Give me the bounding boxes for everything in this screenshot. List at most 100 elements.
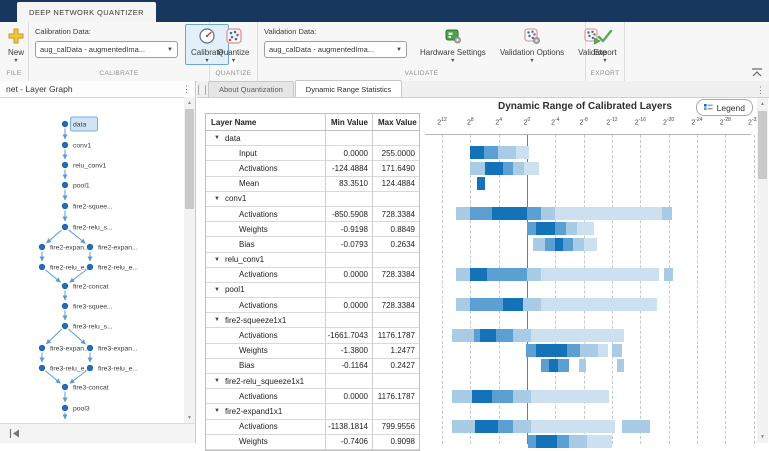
- table-row[interactable]: Weights-1.38001.2477: [206, 344, 419, 359]
- scroll-down-icon[interactable]: ▼: [757, 434, 768, 440]
- range-bar-segment[interactable]: [470, 146, 483, 159]
- range-bar-segment[interactable]: [526, 344, 536, 357]
- table-row[interactable]: Mean83.3510124.4884: [206, 177, 419, 192]
- range-bar-segment[interactable]: [513, 420, 531, 433]
- table-group-row[interactable]: ▼pool1: [206, 283, 419, 298]
- range-bar-segment[interactable]: [577, 222, 594, 235]
- range-bar-segment[interactable]: [452, 420, 475, 433]
- layer-node[interactable]: [62, 182, 68, 188]
- range-bar-segment[interactable]: [545, 238, 555, 251]
- range-bar-segment[interactable]: [487, 268, 527, 281]
- range-bar-segment[interactable]: [513, 329, 531, 342]
- range-bar-segment[interactable]: [524, 162, 539, 175]
- layer-graph-hscrollbar[interactable]: [0, 423, 195, 443]
- calibration-data-dropdown[interactable]: aug_calData - augmentedIma... ▼: [35, 41, 178, 58]
- table-row[interactable]: Weights-0.74060.9098: [206, 435, 419, 450]
- layer-node[interactable]: [87, 345, 93, 351]
- range-bar-segment[interactable]: [472, 390, 492, 403]
- chart-vscrollbar[interactable]: ▲ ▼: [757, 98, 768, 443]
- app-ribbon-tab[interactable]: DEEP NETWORK QUANTIZER: [17, 2, 156, 22]
- scrollbar-thumb[interactable]: [758, 111, 767, 179]
- layer-node-label[interactable]: fire3-relu_s...: [73, 324, 113, 331]
- layer-node-label[interactable]: fire2-relu_e...: [50, 265, 90, 272]
- layer-node-label[interactable]: fire2-concat: [73, 284, 109, 291]
- range-bar-segment[interactable]: [475, 420, 498, 433]
- range-bar-segment[interactable]: [470, 268, 486, 281]
- layer-graph-vscrollbar[interactable]: ▲ ▼: [184, 97, 195, 424]
- expander-icon[interactable]: ▼: [214, 257, 220, 263]
- export-button[interactable]: Export ▼: [587, 24, 622, 65]
- layer-node[interactable]: [39, 244, 45, 250]
- layer-node-label[interactable]: fire2-expan...: [98, 245, 138, 252]
- expander-icon[interactable]: ▼: [214, 408, 220, 414]
- column-header-max-value[interactable]: Max Value: [373, 114, 419, 130]
- layer-node-label[interactable]: fire3-squee...: [73, 304, 113, 311]
- range-bar-segment[interactable]: [555, 222, 566, 235]
- scroll-up-icon[interactable]: ▲: [184, 100, 195, 106]
- range-bar-segment[interactable]: [485, 162, 503, 175]
- range-bar-segment[interactable]: [513, 390, 531, 403]
- range-bar-segment[interactable]: [456, 207, 470, 220]
- range-bar-segment[interactable]: [587, 435, 612, 448]
- layer-node-label[interactable]: fire3-concat: [73, 385, 109, 392]
- validation-options-button[interactable]: Validation Options ▼: [494, 24, 570, 65]
- range-bar-segment[interactable]: [541, 298, 657, 311]
- layer-node[interactable]: [62, 162, 68, 168]
- validation-data-dropdown[interactable]: aug_calData - augmentedIma... ▼: [264, 41, 407, 58]
- expander-icon[interactable]: ▼: [214, 135, 220, 141]
- layer-node-label[interactable]: pool1: [73, 183, 90, 190]
- table-row[interactable]: Bias-0.11640.2427: [206, 359, 419, 374]
- range-bar-segment[interactable]: [531, 329, 624, 342]
- range-bar-segment[interactable]: [573, 238, 584, 251]
- table-row[interactable]: Weights-0.91980.8849: [206, 222, 419, 237]
- layer-node[interactable]: [87, 365, 93, 371]
- range-bar-segment[interactable]: [541, 207, 555, 220]
- table-group-row[interactable]: ▼fire2-expand1x1: [206, 404, 419, 419]
- tab-about-quantization[interactable]: About Quantization: [208, 81, 294, 97]
- range-bar-segment[interactable]: [477, 177, 485, 190]
- range-bar-segment[interactable]: [557, 435, 570, 448]
- range-bar-segment[interactable]: [513, 162, 524, 175]
- range-bar-segment[interactable]: [503, 162, 513, 175]
- layer-node[interactable]: [39, 365, 45, 371]
- layer-node[interactable]: [87, 244, 93, 250]
- layer-node-label[interactable]: data: [73, 122, 86, 129]
- expander-icon[interactable]: ▼: [214, 287, 220, 293]
- layer-node[interactable]: [39, 264, 45, 270]
- range-bar-segment[interactable]: [470, 162, 485, 175]
- range-bar-segment[interactable]: [579, 359, 586, 372]
- hardware-settings-button[interactable]: Hardware Settings ▼: [414, 24, 492, 65]
- table-row[interactable]: Activations-1661.70431176.1787: [206, 328, 419, 343]
- range-bar-segment[interactable]: [492, 207, 527, 220]
- range-bar-segment[interactable]: [527, 268, 541, 281]
- range-bar-segment[interactable]: [531, 420, 615, 433]
- range-bar-segment[interactable]: [533, 238, 544, 251]
- tab-dynamic-range-statistics[interactable]: Dynamic Range Statistics: [295, 80, 402, 97]
- range-bar-segment[interactable]: [555, 207, 661, 220]
- table-row[interactable]: Bias-0.07930.2634: [206, 237, 419, 252]
- range-bar-segment[interactable]: [567, 344, 580, 357]
- expander-icon[interactable]: ▼: [214, 378, 220, 384]
- table-row[interactable]: Activations0.0000728.3384: [206, 268, 419, 283]
- layer-node-label[interactable]: fire3-expan...: [98, 346, 138, 353]
- range-bar-segment[interactable]: [558, 359, 569, 372]
- range-bar-segment[interactable]: [528, 435, 536, 448]
- collapse-ribbon-icon[interactable]: [751, 68, 763, 77]
- column-header-layer-name[interactable]: Layer Name: [206, 114, 326, 130]
- range-bar-segment[interactable]: [470, 298, 503, 311]
- table-group-row[interactable]: ▼conv1: [206, 192, 419, 207]
- range-bar-segment[interactable]: [584, 238, 597, 251]
- range-bar-segment[interactable]: [569, 435, 587, 448]
- range-bar-segment[interactable]: [498, 146, 516, 159]
- range-bar-segment[interactable]: [456, 298, 470, 311]
- column-header-min-value[interactable]: Min Value: [326, 114, 373, 130]
- layer-node[interactable]: [62, 121, 68, 127]
- scroll-down-icon[interactable]: ▼: [184, 415, 195, 421]
- layer-node-label[interactable]: fire3-relu_e...: [98, 366, 138, 373]
- layer-node[interactable]: [62, 283, 68, 289]
- range-bar-segment[interactable]: [549, 359, 558, 372]
- layer-node-label[interactable]: fire2-relu_s...: [73, 225, 113, 232]
- range-bar-segment[interactable]: [580, 344, 598, 357]
- expander-icon[interactable]: ▼: [214, 196, 220, 202]
- scroll-to-start-icon[interactable]: [9, 429, 20, 438]
